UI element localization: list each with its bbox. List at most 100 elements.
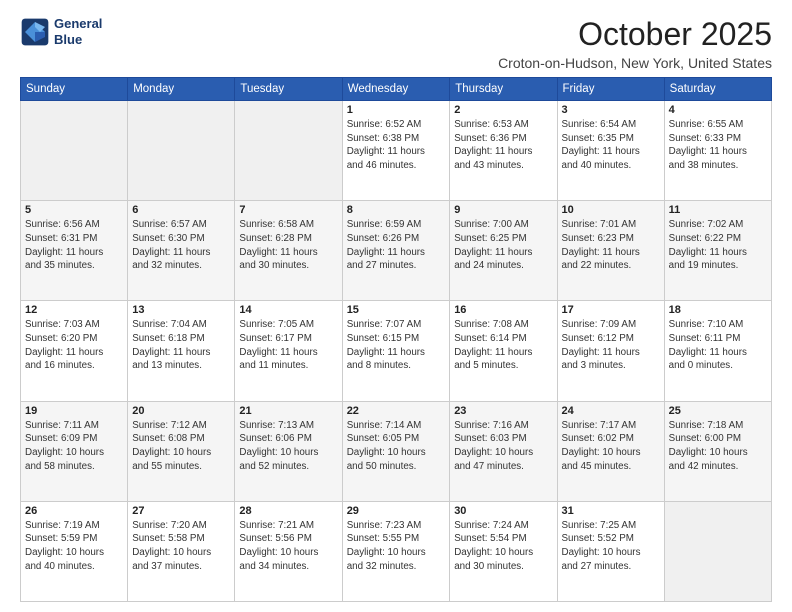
weekday-header: Tuesday — [235, 78, 342, 101]
calendar-day: 31 Sunrise: 7:25 AM Sunset: 5:52 PM Dayli… — [557, 501, 664, 601]
day-number: 12 — [25, 304, 123, 316]
weekday-header: Wednesday — [342, 78, 450, 101]
day-info: Sunrise: 7:23 AM Sunset: 5:55 PM Dayligh… — [347, 519, 446, 574]
day-number: 15 — [347, 304, 446, 316]
header: General Blue October 2025 Croton-on-Huds… — [20, 16, 772, 71]
calendar-day: 7 Sunrise: 6:58 AM Sunset: 6:28 PM Daylig… — [235, 201, 342, 301]
day-info: Sunrise: 7:19 AM Sunset: 5:59 PM Dayligh… — [25, 519, 123, 574]
day-info: Sunrise: 7:18 AM Sunset: 6:00 PM Dayligh… — [669, 419, 767, 474]
calendar-day: 28 Sunrise: 7:21 AM Sunset: 5:56 PM Dayli… — [235, 501, 342, 601]
calendar-day: 10Sunrise: 7:01 AM Sunset: 6:23 PM Dayli… — [557, 201, 664, 301]
day-number: 28 — [239, 505, 337, 517]
day-number: 19 — [25, 405, 123, 417]
calendar-table: SundayMondayTuesdayWednesdayThursdayFrid… — [20, 77, 772, 602]
calendar-day: 2 Sunrise: 6:53 AM Sunset: 6:36 PM Daylig… — [450, 101, 557, 201]
day-info: Sunrise: 7:00 AM Sunset: 6:25 PM Dayligh… — [454, 218, 552, 273]
logo: General Blue — [20, 16, 102, 47]
calendar-week-row: 26 Sunrise: 7:19 AM Sunset: 5:59 PM Dayli… — [21, 501, 772, 601]
calendar-day: 4Sunrise: 6:55 AM Sunset: 6:33 PM Daylig… — [664, 101, 771, 201]
day-info: Sunrise: 7:17 AM Sunset: 6:02 PM Dayligh… — [562, 419, 660, 474]
calendar-day: 17 Sunrise: 7:09 AM Sunset: 6:12 PM Dayli… — [557, 301, 664, 401]
logo-text: General Blue — [54, 16, 102, 47]
calendar-day: 15 Sunrise: 7:07 AM Sunset: 6:15 PM Dayli… — [342, 301, 450, 401]
day-number: 10 — [562, 204, 660, 216]
day-info: Sunrise: 7:25 AM Sunset: 5:52 PM Dayligh… — [562, 519, 660, 574]
day-number: 9 — [454, 204, 552, 216]
day-info: Sunrise: 7:12 AM Sunset: 6:08 PM Dayligh… — [132, 419, 230, 474]
calendar-day: 13 Sunrise: 7:04 AM Sunset: 6:18 PM Dayli… — [128, 301, 235, 401]
day-number: 13 — [132, 304, 230, 316]
calendar-empty-day — [128, 101, 235, 201]
day-info: Sunrise: 6:57 AM Sunset: 6:30 PM Dayligh… — [132, 218, 230, 273]
day-info: Sunrise: 7:07 AM Sunset: 6:15 PM Dayligh… — [347, 318, 446, 373]
weekday-header: Friday — [557, 78, 664, 101]
day-info: Sunrise: 7:04 AM Sunset: 6:18 PM Dayligh… — [132, 318, 230, 373]
calendar-day: 9 Sunrise: 7:00 AM Sunset: 6:25 PM Daylig… — [450, 201, 557, 301]
calendar-day: 1 Sunrise: 6:52 AM Sunset: 6:38 PM Daylig… — [342, 101, 450, 201]
day-info: Sunrise: 7:08 AM Sunset: 6:14 PM Dayligh… — [454, 318, 552, 373]
day-info: Sunrise: 6:59 AM Sunset: 6:26 PM Dayligh… — [347, 218, 446, 273]
day-number: 2 — [454, 104, 552, 116]
calendar-day: 29Sunrise: 7:23 AM Sunset: 5:55 PM Dayli… — [342, 501, 450, 601]
day-number: 7 — [239, 204, 337, 216]
calendar-week-row: 19 Sunrise: 7:11 AM Sunset: 6:09 PM Dayli… — [21, 401, 772, 501]
day-number: 27 — [132, 505, 230, 517]
location-title: Croton-on-Hudson, New York, United State… — [498, 55, 772, 71]
day-number: 14 — [239, 304, 337, 316]
day-number: 31 — [562, 505, 660, 517]
day-number: 5 — [25, 204, 123, 216]
calendar-day: 30 Sunrise: 7:24 AM Sunset: 5:54 PM Dayli… — [450, 501, 557, 601]
calendar-day: 16 Sunrise: 7:08 AM Sunset: 6:14 PM Dayli… — [450, 301, 557, 401]
day-number: 4 — [669, 104, 767, 116]
day-info: Sunrise: 7:03 AM Sunset: 6:20 PM Dayligh… — [25, 318, 123, 373]
calendar-empty-day — [21, 101, 128, 201]
day-info: Sunrise: 6:53 AM Sunset: 6:36 PM Dayligh… — [454, 118, 552, 173]
day-info: Sunrise: 7:14 AM Sunset: 6:05 PM Dayligh… — [347, 419, 446, 474]
day-number: 23 — [454, 405, 552, 417]
calendar-day: 14 Sunrise: 7:05 AM Sunset: 6:17 PM Dayli… — [235, 301, 342, 401]
day-info: Sunrise: 7:21 AM Sunset: 5:56 PM Dayligh… — [239, 519, 337, 574]
day-number: 24 — [562, 405, 660, 417]
calendar-day: 12 Sunrise: 7:03 AM Sunset: 6:20 PM Dayli… — [21, 301, 128, 401]
calendar-day: 5Sunrise: 6:56 AM Sunset: 6:31 PM Daylig… — [21, 201, 128, 301]
day-info: Sunrise: 7:24 AM Sunset: 5:54 PM Dayligh… — [454, 519, 552, 574]
day-info: Sunrise: 7:09 AM Sunset: 6:12 PM Dayligh… — [562, 318, 660, 373]
calendar-day: 19 Sunrise: 7:11 AM Sunset: 6:09 PM Dayli… — [21, 401, 128, 501]
calendar-day: 3 Sunrise: 6:54 AM Sunset: 6:35 PM Daylig… — [557, 101, 664, 201]
day-number: 17 — [562, 304, 660, 316]
day-info: Sunrise: 7:05 AM Sunset: 6:17 PM Dayligh… — [239, 318, 337, 373]
day-info: Sunrise: 7:20 AM Sunset: 5:58 PM Dayligh… — [132, 519, 230, 574]
day-number: 1 — [347, 104, 446, 116]
calendar-day: 24 Sunrise: 7:17 AM Sunset: 6:02 PM Dayli… — [557, 401, 664, 501]
logo-icon — [20, 17, 50, 47]
calendar-week-row: 1 Sunrise: 6:52 AM Sunset: 6:38 PM Daylig… — [21, 101, 772, 201]
day-info: Sunrise: 7:11 AM Sunset: 6:09 PM Dayligh… — [25, 419, 123, 474]
day-number: 6 — [132, 204, 230, 216]
day-info: Sunrise: 6:52 AM Sunset: 6:38 PM Dayligh… — [347, 118, 446, 173]
day-info: Sunrise: 7:16 AM Sunset: 6:03 PM Dayligh… — [454, 419, 552, 474]
title-block: October 2025 Croton-on-Hudson, New York,… — [498, 16, 772, 71]
calendar-day: 25Sunrise: 7:18 AM Sunset: 6:00 PM Dayli… — [664, 401, 771, 501]
day-info: Sunrise: 6:54 AM Sunset: 6:35 PM Dayligh… — [562, 118, 660, 173]
day-number: 16 — [454, 304, 552, 316]
day-info: Sunrise: 7:02 AM Sunset: 6:22 PM Dayligh… — [669, 218, 767, 273]
calendar-week-row: 5Sunrise: 6:56 AM Sunset: 6:31 PM Daylig… — [21, 201, 772, 301]
day-number: 20 — [132, 405, 230, 417]
weekday-header: Thursday — [450, 78, 557, 101]
calendar-day: 6 Sunrise: 6:57 AM Sunset: 6:30 PM Daylig… — [128, 201, 235, 301]
calendar-day: 11Sunrise: 7:02 AM Sunset: 6:22 PM Dayli… — [664, 201, 771, 301]
day-number: 22 — [347, 405, 446, 417]
calendar-body: 1 Sunrise: 6:52 AM Sunset: 6:38 PM Daylig… — [21, 101, 772, 602]
calendar-empty-day — [664, 501, 771, 601]
day-number: 3 — [562, 104, 660, 116]
calendar-day: 23 Sunrise: 7:16 AM Sunset: 6:03 PM Dayli… — [450, 401, 557, 501]
weekday-header: Monday — [128, 78, 235, 101]
calendar-header-row: SundayMondayTuesdayWednesdayThursdayFrid… — [21, 78, 772, 101]
weekday-header: Saturday — [664, 78, 771, 101]
calendar-day: 20 Sunrise: 7:12 AM Sunset: 6:08 PM Dayli… — [128, 401, 235, 501]
day-info: Sunrise: 6:58 AM Sunset: 6:28 PM Dayligh… — [239, 218, 337, 273]
day-number: 30 — [454, 505, 552, 517]
day-number: 18 — [669, 304, 767, 316]
calendar-day: 8Sunrise: 6:59 AM Sunset: 6:26 PM Daylig… — [342, 201, 450, 301]
day-number: 26 — [25, 505, 123, 517]
